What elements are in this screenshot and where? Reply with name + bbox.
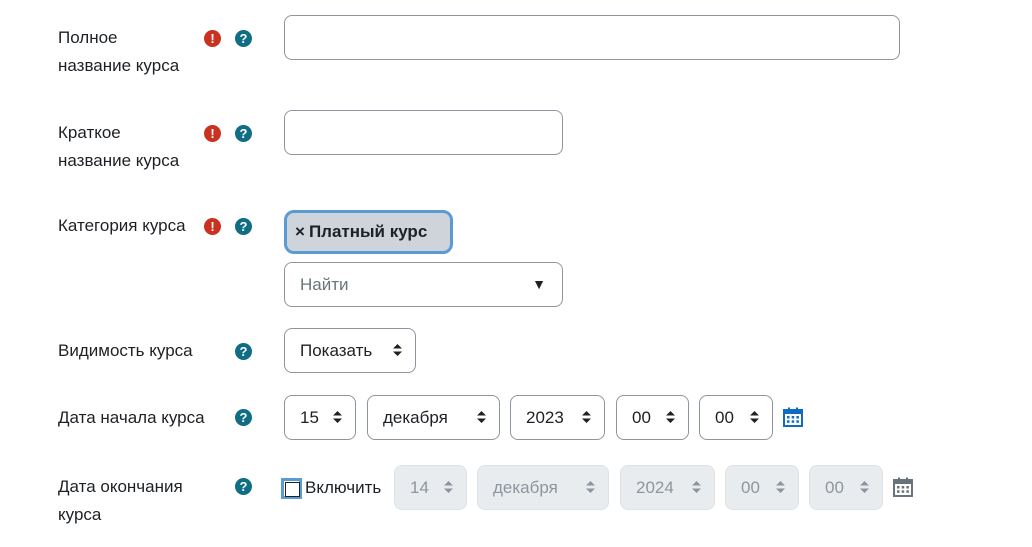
help-icon[interactable]: ? bbox=[235, 125, 252, 142]
visibility-label: Видимость курса bbox=[58, 341, 193, 360]
category-chip[interactable]: × Платный курс bbox=[284, 210, 453, 254]
calendar-icon bbox=[893, 477, 913, 497]
select-arrows-icon bbox=[477, 396, 486, 439]
enddate-label: Дата окончания курса bbox=[58, 477, 183, 524]
select-arrows-icon bbox=[776, 466, 785, 509]
enddate-enable-label[interactable]: Включить bbox=[305, 474, 381, 502]
required-icon: ! bbox=[204, 30, 221, 47]
select-arrows-icon bbox=[750, 396, 759, 439]
category-search-placeholder: Найти bbox=[300, 275, 349, 294]
fullname-input[interactable] bbox=[284, 15, 900, 60]
enddate-minute-select: 00 bbox=[809, 465, 883, 510]
startdate-month-select[interactable]: декабря bbox=[367, 395, 500, 440]
shortname-label: Краткое название курса bbox=[58, 123, 180, 170]
startdate-minute-select[interactable]: 00 bbox=[699, 395, 773, 440]
fullname-label: Полное название курса bbox=[58, 28, 180, 75]
category-label: Категория курса bbox=[58, 216, 186, 235]
shortname-input[interactable] bbox=[284, 110, 563, 155]
help-icon[interactable]: ? bbox=[235, 30, 252, 47]
enddate-month-select: декабря bbox=[477, 465, 609, 510]
dropdown-arrow-icon[interactable]: ▼ bbox=[532, 263, 546, 306]
select-arrows-icon bbox=[692, 466, 701, 509]
calendar-icon[interactable] bbox=[783, 407, 803, 427]
enddate-day-select: 14 bbox=[394, 465, 467, 510]
select-arrows-icon bbox=[444, 466, 453, 509]
required-icon: ! bbox=[204, 218, 221, 235]
enddate-hour-select: 00 bbox=[725, 465, 799, 510]
help-icon[interactable]: ? bbox=[235, 409, 252, 426]
startdate-label: Дата начала курса bbox=[58, 408, 205, 427]
select-arrows-icon bbox=[666, 396, 675, 439]
select-arrows-icon bbox=[586, 466, 595, 509]
startdate-hour-select[interactable]: 00 bbox=[616, 395, 689, 440]
enddate-enable-checkbox[interactable] bbox=[281, 478, 302, 499]
startdate-day-select[interactable]: 15 bbox=[284, 395, 356, 440]
select-arrows-icon bbox=[333, 396, 342, 439]
visibility-select[interactable]: Показать bbox=[284, 328, 416, 373]
select-arrows-icon bbox=[582, 396, 591, 439]
select-arrows-icon bbox=[860, 466, 869, 509]
enddate-year-select: 2024 bbox=[620, 465, 715, 510]
category-chip-label: Платный курс bbox=[308, 222, 428, 241]
help-icon[interactable]: ? bbox=[235, 478, 252, 495]
category-search[interactable]: Найти ▼ bbox=[284, 262, 563, 307]
help-icon[interactable]: ? bbox=[235, 218, 252, 235]
help-icon[interactable]: ? bbox=[235, 343, 252, 360]
startdate-year-select[interactable]: 2023 bbox=[510, 395, 605, 440]
remove-chip-icon[interactable]: × bbox=[295, 222, 305, 241]
required-icon: ! bbox=[204, 125, 221, 142]
select-arrows-icon bbox=[393, 329, 402, 372]
